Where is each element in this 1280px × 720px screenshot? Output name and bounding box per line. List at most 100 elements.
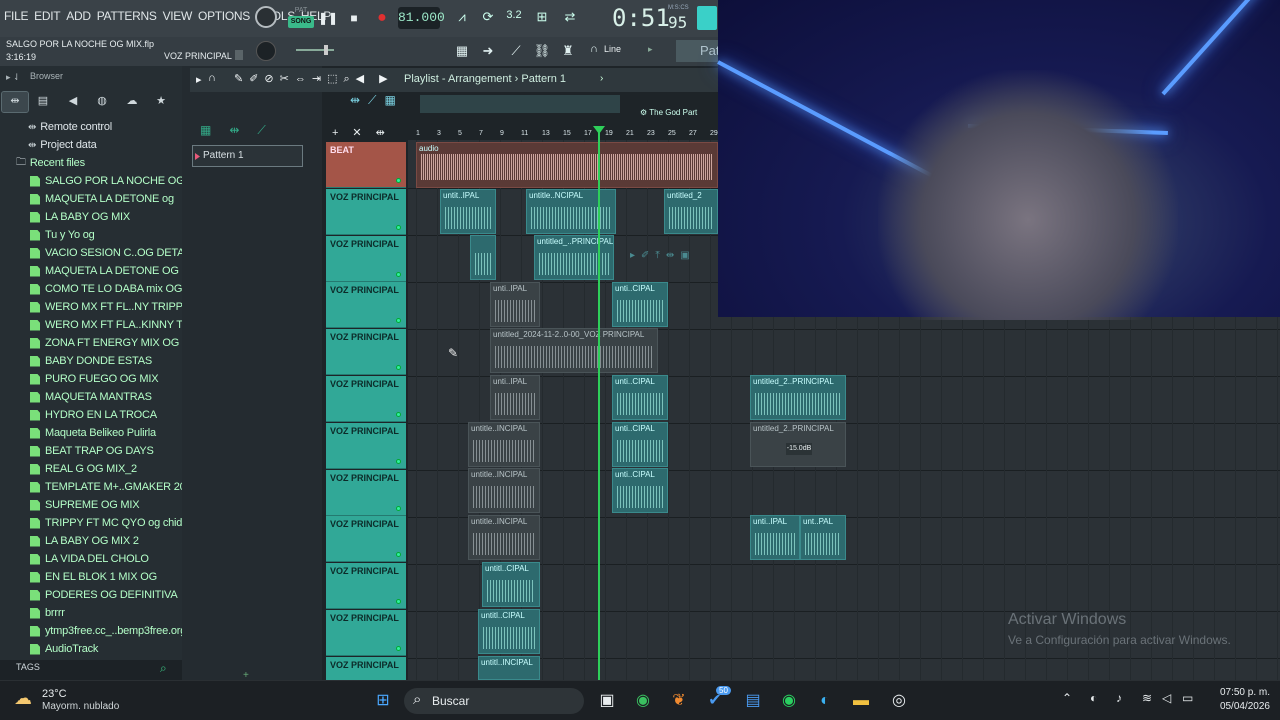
audio-clip[interactable]: untitle..INCIPAL [468, 422, 540, 467]
recent-file-item[interactable]: LA BABY OG MIX [0, 208, 182, 226]
audio-clip-beat[interactable]: audio [416, 142, 718, 188]
spotify-icon[interactable]: ◉ [776, 688, 802, 714]
add-track-icons[interactable]: +✕⇹ [332, 126, 399, 139]
clock-date[interactable]: 05/04/2026 [1206, 701, 1270, 712]
whatsapp-icon[interactable]: ◉ [630, 688, 656, 714]
wifi-icon[interactable]: ≋ [1142, 691, 1152, 705]
edge-icon[interactable]: ◐ [812, 688, 838, 714]
weather-icon[interactable]: ☁ [14, 688, 38, 708]
audio-clip[interactable]: untitled_2..PRINCIPAL [750, 375, 846, 420]
track-led[interactable] [396, 552, 401, 558]
recent-file-item[interactable]: PURO FUEGO OG MIX [0, 370, 182, 388]
recent-file-item[interactable]: REAL G OG MIX_2 [0, 460, 182, 478]
recent-file-item[interactable]: SALGO POR LA NOCHE OG MIX [0, 172, 182, 190]
tray-app-icon[interactable]: ◐ [1090, 691, 1097, 705]
loop-record-icon[interactable]: ⟳ [478, 9, 498, 25]
taskbar-search[interactable]: Buscar [404, 687, 584, 714]
recent-file-item[interactable]: AudioTrack [0, 640, 182, 658]
playhead[interactable] [598, 126, 600, 680]
menu-edit[interactable]: EDIT [34, 9, 60, 23]
recent-file-item[interactable]: MAQUETA LA DETONE OG REAL [0, 262, 182, 280]
browser-node[interactable]: ⇹ Project data [0, 136, 182, 154]
track-header[interactable]: VOZ PRINCIPAL [326, 469, 406, 516]
recent-file-item[interactable]: VACIO SESION C..OG DETALLES [0, 244, 182, 262]
microphone-icon[interactable]: ♪ [1116, 691, 1122, 705]
clock-time[interactable]: 07:50 p. m. [1206, 687, 1270, 698]
globe-icon[interactable]: ◍ [92, 94, 112, 112]
fl-studio-icon[interactable]: ❦ [666, 688, 692, 714]
audio-clip[interactable]: untitle..NCIPAL [526, 189, 616, 234]
song-label[interactable]: SONG [288, 16, 314, 28]
record-icon[interactable]: ● [372, 8, 392, 28]
menu-patterns[interactable]: PATTERNS [97, 9, 157, 23]
pat-song-toggle[interactable]: PAT SONG [288, 5, 314, 31]
master-pitch-slider[interactable] [296, 45, 334, 55]
browser-folder[interactable]: 🗀 Recent files [0, 154, 182, 172]
track-header[interactable]: VOZ PRINCIPAL [326, 563, 406, 610]
recent-file-item[interactable]: BEAT TRAP OG DAYS [0, 442, 182, 460]
recent-file-item[interactable]: brrrr [0, 604, 182, 622]
play-arrow-icon[interactable]: ▸ [196, 73, 202, 86]
audio-clip[interactable]: untitl..INCIPAL [478, 656, 540, 680]
track-led[interactable] [396, 458, 401, 464]
link-icon[interactable]: ⛓ [532, 43, 552, 59]
pattern-selector[interactable]: Pat [676, 40, 720, 62]
audio-clip[interactable]: unti..CIPAL [612, 375, 668, 420]
project-icon[interactable]: ▤ [33, 94, 53, 112]
speaker-icon[interactable]: ◀ [63, 94, 83, 112]
pattern-tools[interactable]: ▦⇹⟋ [200, 123, 284, 138]
stop-icon[interactable]: ■ [344, 8, 364, 28]
audio-clip[interactable]: untitled_..PRINCIPAL [534, 235, 614, 280]
piano-icon[interactable]: ▦ [452, 43, 472, 59]
recent-file-item[interactable]: COMO TE LO DABA mix OG [0, 280, 182, 298]
blend-icon[interactable]: ⇄ [560, 9, 580, 25]
audio-clip[interactable]: untitle..INCIPAL [468, 468, 540, 513]
menu-add[interactable]: ADD [66, 9, 91, 23]
audio-clip[interactable]: unti..CIPAL [612, 422, 668, 467]
snap-selector[interactable]: Line [604, 44, 621, 54]
windows-start-icon[interactable]: ⊞ [370, 688, 396, 714]
recent-file-item[interactable]: EN EL BLOK 1 MIX OG [0, 568, 182, 586]
track-header-beat[interactable]: BEAT [326, 142, 406, 188]
metronome-icon[interactable]: ⩘ [452, 9, 472, 25]
track-led[interactable] [396, 318, 401, 324]
menu-view[interactable]: VIEW [163, 9, 193, 23]
recent-file-item[interactable]: HYDRO EN LA TROCA [0, 406, 182, 424]
track-led[interactable] [396, 646, 401, 651]
audio-clip[interactable]: untitle..INCIPAL [468, 515, 540, 560]
recent-file-item[interactable]: Tu y Yo og [0, 226, 182, 244]
track-header[interactable]: VOZ PRINCIPAL [326, 376, 406, 422]
weather-temp[interactable]: 23°C [42, 688, 67, 700]
audio-clip[interactable]: unti..IPAL [490, 282, 540, 327]
magnet-tool-icon[interactable]: ∩ [208, 72, 216, 84]
tool-icons[interactable]: ✎✐⊘✂⇔⇥⬚⌕◀ ▶ [234, 72, 394, 86]
audio-clip[interactable] [470, 235, 496, 280]
clip-tools[interactable]: ▸✐⤒⇹▣ [630, 250, 696, 261]
pitch-knob[interactable] [256, 41, 276, 61]
menu-file[interactable]: FILE [4, 9, 28, 23]
track-header[interactable]: VOZ PRINCIPAL [326, 610, 406, 656]
audio-clip[interactable]: untitled_2 [664, 189, 718, 234]
audio-clip[interactable]: untitl..CIPAL [478, 609, 540, 654]
track-header[interactable]: VOZ PRINCIPAL [326, 235, 406, 282]
audio-clip[interactable]: unti..CIPAL [612, 282, 668, 327]
menu-options[interactable]: OPTIONS [198, 9, 250, 23]
audio-clip[interactable]: untit..IPAL [440, 189, 496, 234]
track-header[interactable]: VOZ PRINCIPAL [326, 422, 406, 469]
recent-file-item[interactable]: MAQUETA MANTRAS [0, 388, 182, 406]
recent-file-item[interactable]: WERO MX FT FL..NY TRIPPY MIX [0, 298, 182, 316]
audio-clip[interactable]: unt..PAL [800, 515, 846, 560]
stamp-icon[interactable]: ♜ [558, 43, 578, 59]
browser-node[interactable]: ⇹ Remote control [0, 118, 182, 136]
track-header[interactable]: VOZ PRINCIPAL [326, 188, 406, 235]
audio-clip[interactable]: untitled_2024-11-2..0-00_VOZ PRINCIPAL [490, 328, 658, 373]
audio-clip[interactable]: unti..IPAL [490, 375, 540, 420]
all-icon[interactable]: ⇹ [5, 94, 25, 112]
recent-file-item[interactable]: TEMPLATE M+..GMAKER 2024) [0, 478, 182, 496]
track-led[interactable] [396, 365, 401, 371]
recent-file-item[interactable]: ZONA FT ENERGY MIX OG [0, 334, 182, 352]
audio-clip[interactable]: unti..IPAL [750, 515, 800, 560]
audio-clip[interactable]: unti..CIPAL [612, 468, 668, 513]
recent-file-item[interactable]: BABY DONDE ESTAS [0, 352, 182, 370]
magnet-icon[interactable]: ∩ [584, 43, 604, 55]
